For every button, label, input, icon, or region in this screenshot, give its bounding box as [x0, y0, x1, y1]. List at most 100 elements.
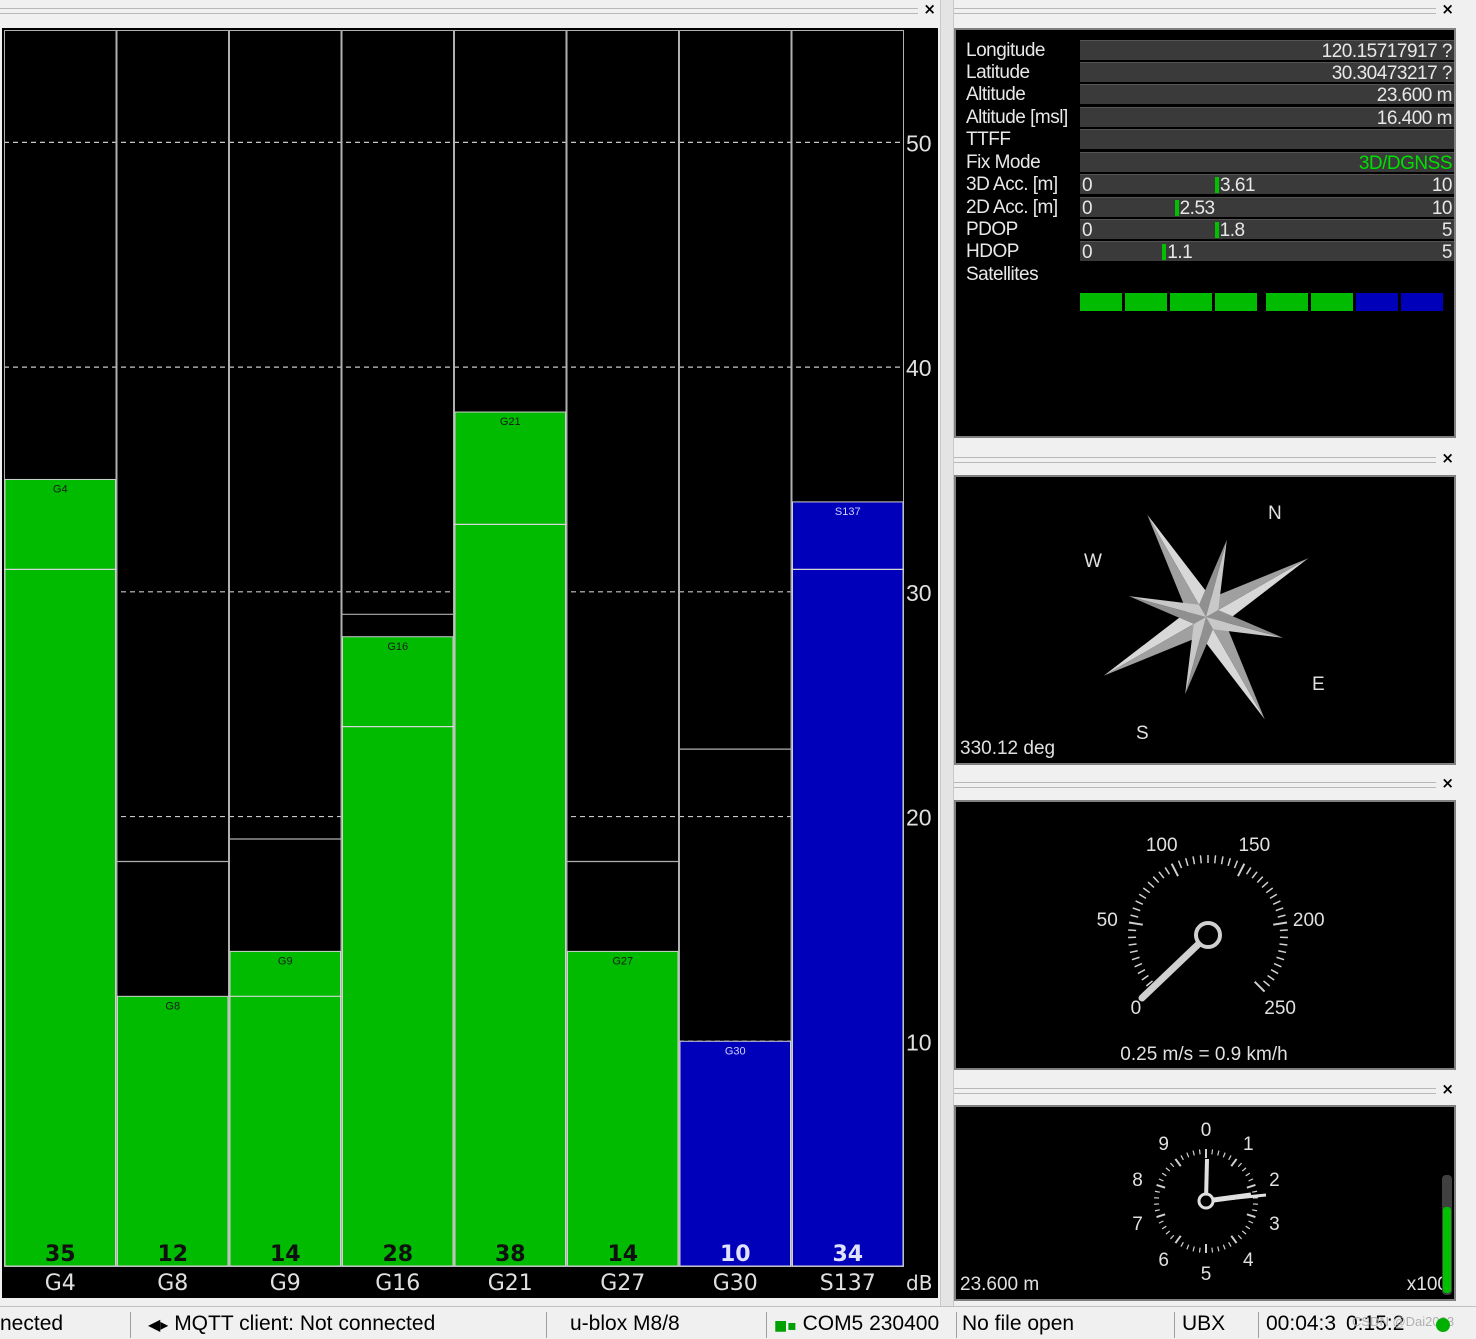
latitude-value: 30.30473217 ? — [1332, 63, 1452, 85]
speed-tick — [1279, 944, 1287, 945]
mqtt-status-text: MQTT client: Not connected — [174, 1312, 435, 1335]
compass-w-label: W — [1084, 551, 1102, 572]
altitude-tick — [1212, 1248, 1213, 1253]
close-icon[interactable]: × — [1441, 0, 1454, 18]
signal-bar — [230, 951, 341, 1266]
speed-tick — [1193, 856, 1194, 864]
heading-readout: 330.12 deg — [960, 738, 1055, 759]
speed-tick-label: 100 — [1146, 835, 1178, 856]
speed-tick — [1130, 951, 1138, 953]
altitude-tick — [1159, 1221, 1164, 1223]
altitude-tick — [1170, 1163, 1173, 1167]
altitude-tick — [1231, 1159, 1236, 1166]
speed-tick — [1179, 861, 1182, 868]
speed-tick — [1238, 864, 1244, 876]
speed-tick — [1129, 922, 1143, 924]
pdop-min: 0 — [1082, 220, 1092, 242]
satellite-indicator-cell — [1356, 293, 1398, 311]
speed-tick — [1263, 981, 1269, 986]
altimeter-hands-icon — [1199, 1159, 1266, 1208]
speed-tick-label: 150 — [1238, 835, 1270, 856]
altitude-tick — [1252, 1191, 1257, 1192]
altitude-tick — [1238, 1235, 1241, 1239]
altitude-tick — [1212, 1149, 1213, 1154]
x-category-label: G4 — [45, 1271, 76, 1296]
port-icon: ■▪ — [774, 1318, 797, 1334]
close-icon[interactable]: × — [1441, 449, 1454, 467]
altitude-tick — [1252, 1210, 1257, 1211]
altitude-tick — [1218, 1151, 1219, 1156]
acc2d-value: 2.53 — [1180, 198, 1215, 220]
altitude-tick — [1199, 1248, 1200, 1253]
acc3d-max: 10 — [1432, 175, 1452, 197]
speed-tick — [1172, 864, 1178, 876]
acc2d-label: 2D Acc. [m] — [966, 197, 1058, 219]
altitude-tick — [1242, 1168, 1246, 1171]
acc3d-value: 3.61 — [1220, 175, 1255, 197]
altitude-readout: 23.600 m — [960, 1274, 1039, 1295]
speed-tick — [1280, 930, 1288, 931]
bar-value-label: 28 — [382, 1242, 413, 1267]
speed-tick — [1143, 888, 1149, 893]
bar-value-label: 12 — [157, 1242, 188, 1267]
hdop-marker — [1162, 244, 1166, 260]
altitude-tick — [1170, 1235, 1173, 1239]
speed-tick — [1221, 856, 1222, 864]
altitude-tick — [1155, 1191, 1160, 1192]
satellite-indicator-cell — [1125, 293, 1167, 311]
altitude-tick — [1157, 1214, 1166, 1217]
com-port-status[interactable]: ■▪ COM5 230400 — [774, 1310, 956, 1338]
bar-value-label: 34 — [832, 1242, 863, 1267]
signal-bar — [118, 996, 229, 1266]
altitude-tick — [1175, 1236, 1180, 1243]
close-icon[interactable]: × — [1441, 774, 1454, 792]
altitude-tick — [1249, 1179, 1254, 1181]
close-icon[interactable]: × — [923, 0, 936, 18]
y-tick-label: 20 — [906, 805, 932, 831]
satellite-pane-titlebar: × — [0, 4, 940, 18]
longitude-value: 120.15717917 ? — [1322, 41, 1452, 63]
acc2d-marker — [1175, 200, 1179, 216]
bar-value-label: 35 — [45, 1242, 76, 1267]
speed-readout: 0.25 m/s = 0.9 km/h — [1120, 1044, 1287, 1065]
altitude-tick — [1229, 1242, 1231, 1246]
acc3d-marker — [1215, 177, 1219, 193]
com-port-text: COM5 230400 — [803, 1312, 940, 1335]
altitude-scale: x100 — [1407, 1274, 1448, 1295]
compass-pane-titlebar: × — [954, 453, 1458, 467]
status-connection: nected — [0, 1310, 126, 1338]
bar-id-label: G27 — [612, 955, 633, 967]
speed-tick — [1252, 872, 1257, 878]
altitude-tick-label: 6 — [1158, 1250, 1169, 1271]
speed-tick — [1276, 908, 1284, 911]
signal-bar — [5, 479, 116, 1266]
altitude-tick — [1181, 1242, 1183, 1246]
pdop-max: 5 — [1442, 220, 1452, 242]
pane-splitter[interactable] — [940, 0, 954, 1306]
pdop-label: PDOP — [966, 219, 1018, 241]
bar-id-label: G30 — [725, 1045, 746, 1057]
altitude-tick — [1223, 1153, 1225, 1158]
bar-value-label: 38 — [495, 1242, 526, 1267]
mqtt-status[interactable]: ◀▸ MQTT client: Not connected — [148, 1310, 532, 1338]
compass-star-icon — [1045, 477, 1367, 763]
altimeter-gauge: 0123456789 23.600 m x100 — [956, 1107, 1454, 1299]
speed-tick — [1129, 944, 1137, 945]
y-tick-label: 40 — [906, 355, 932, 381]
speed-tick — [1131, 915, 1139, 917]
compass-n-label: N — [1268, 503, 1282, 524]
speed-tick — [1138, 970, 1145, 974]
protocol-status: UBX — [1182, 1310, 1252, 1338]
altitude-tick-label: 1 — [1243, 1134, 1254, 1155]
altitude-tick-label: 9 — [1158, 1134, 1169, 1155]
hdop-min: 0 — [1082, 242, 1092, 264]
speed-tick-label: 50 — [1097, 910, 1118, 931]
altitude-msl-value: 16.400 m — [1377, 108, 1452, 130]
close-icon[interactable]: × — [1441, 1080, 1454, 1098]
acc2d-max: 10 — [1432, 198, 1452, 220]
altitude-tick — [1242, 1231, 1246, 1234]
status-led-icon — [1436, 1318, 1450, 1332]
x-category-label: G8 — [157, 1271, 188, 1296]
signal-bar — [568, 951, 679, 1266]
bar-id-label: S137 — [835, 506, 861, 518]
